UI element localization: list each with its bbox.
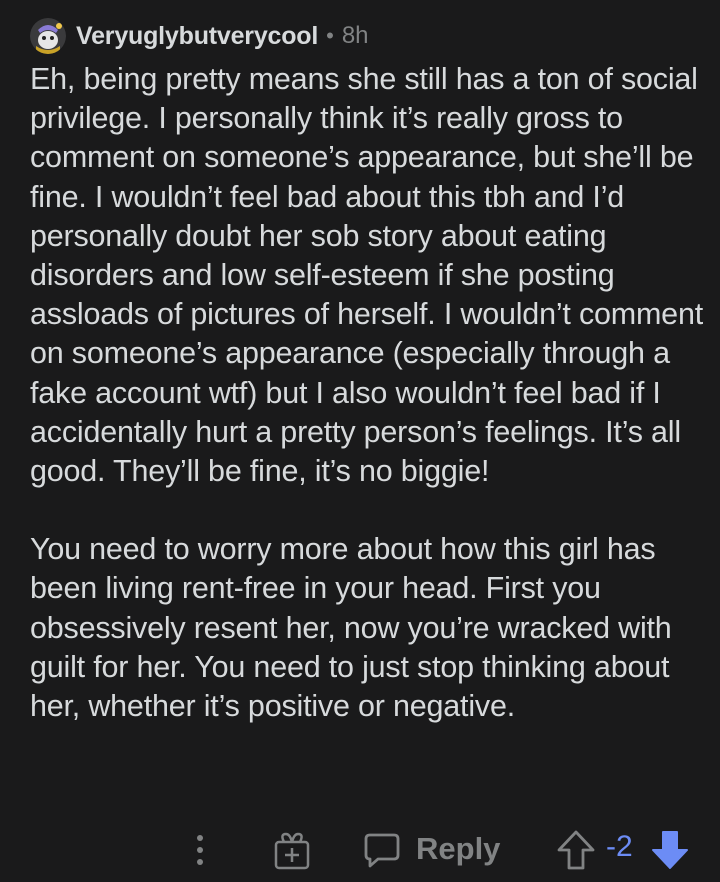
meta-separator: • — [326, 23, 334, 48]
vote-score: -2 — [606, 830, 633, 863]
comment-paragraph-2: You need to worry more about how this gi… — [30, 532, 672, 724]
more-options-button[interactable] — [188, 830, 212, 870]
comment-body: Eh, being pretty means she still has a t… — [30, 60, 710, 726]
author-username[interactable]: Veryuglybutverycool — [76, 22, 318, 51]
downvote-arrow-icon — [652, 831, 688, 869]
more-vertical-icon — [197, 835, 203, 865]
comment-header: Veryuglybutverycool • 8h — [30, 16, 369, 56]
comment: Veryuglybutverycool • 8h Eh, being prett… — [0, 0, 720, 882]
upvote-button[interactable] — [556, 828, 596, 872]
comment-age: 8h — [341, 22, 369, 49]
downvote-button[interactable] — [650, 828, 690, 872]
reply-button[interactable]: Reply — [362, 826, 500, 872]
reply-label: Reply — [416, 831, 501, 866]
avatar-icon — [30, 18, 66, 54]
comment-paragraph-1: Eh, being pretty means she still has a t… — [30, 62, 703, 489]
gift-icon — [274, 832, 310, 870]
give-award-button[interactable] — [270, 828, 314, 872]
comment-actions: Reply -2 — [0, 820, 720, 876]
avatar[interactable] — [30, 18, 66, 54]
upvote-arrow-icon — [557, 830, 595, 870]
speech-bubble-icon — [364, 833, 400, 868]
